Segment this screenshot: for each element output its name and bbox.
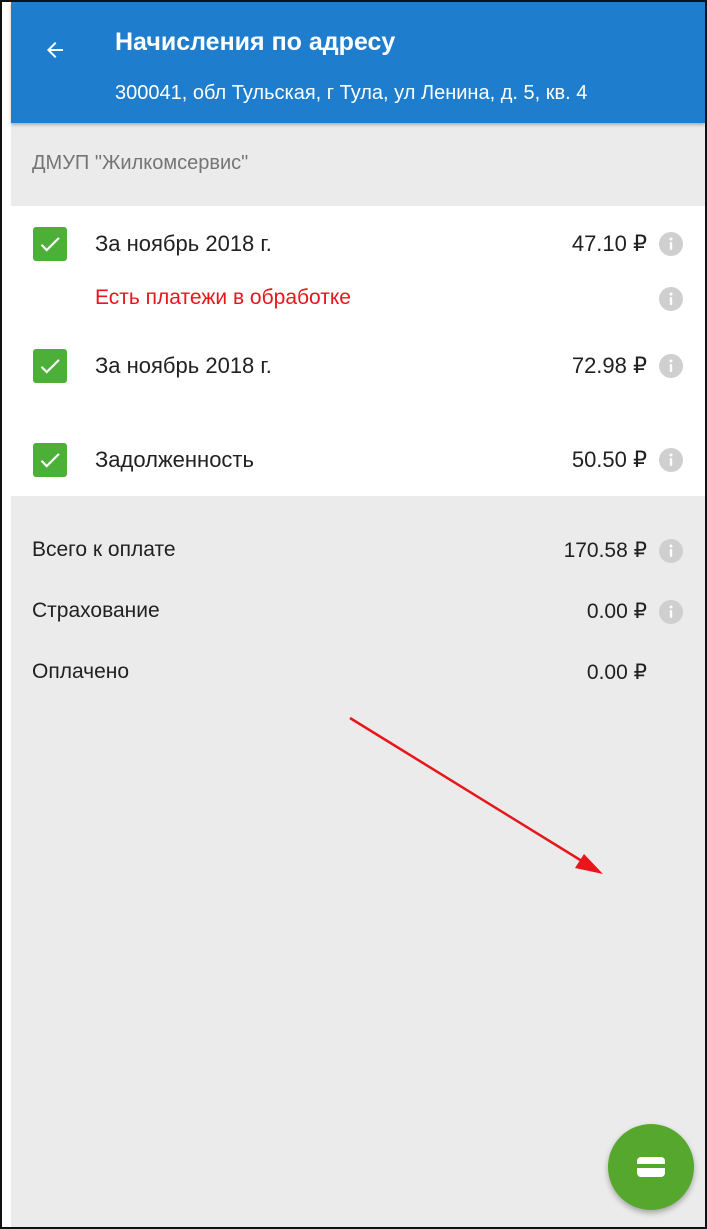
charge-checkbox[interactable] [33, 443, 67, 477]
charge-amount: 47.10 ₽ [571, 231, 647, 256]
info-glyph-icon [669, 292, 673, 305]
charge-checkbox[interactable] [33, 349, 67, 383]
checkmark-icon [40, 237, 60, 252]
app-bar: Начисления по адресу 300041, обл Тульска… [11, 2, 705, 123]
app-screen: Начисления по адресу 300041, обл Тульска… [0, 0, 707, 1229]
pay-button[interactable] [608, 1124, 694, 1210]
charge-row: За ноябрь 2018 г. 47.10 ₽ [11, 217, 705, 271]
info-glyph-icon [669, 605, 673, 618]
info-glyph-icon [669, 359, 673, 372]
charge-amount: 72.98 ₽ [571, 353, 647, 378]
info-glyph-icon [669, 453, 673, 466]
info-glyph-icon [669, 237, 673, 250]
back-button[interactable] [35, 30, 75, 70]
charge-amount: 50.50 ₽ [571, 447, 647, 472]
credit-card-icon [637, 1157, 665, 1177]
info-icon[interactable] [659, 448, 683, 472]
info-icon[interactable] [659, 600, 683, 624]
arrow-left-icon [47, 42, 63, 58]
charge-checkbox[interactable] [33, 227, 67, 261]
summary-label: Страхование [32, 599, 160, 622]
charge-label: Задолженность [95, 447, 254, 472]
charge-row: Задолженность 50.50 ₽ [11, 433, 705, 487]
provider-name: ДМУП "Жилкомсервис" [32, 152, 249, 174]
info-glyph-icon [669, 544, 673, 557]
summary-label: Оплачено [32, 660, 130, 683]
info-icon[interactable] [659, 287, 683, 311]
summary-total-row: Всего к оплате 170.58 ₽ [11, 524, 705, 578]
summary-amount: 0.00 ₽ [586, 600, 647, 623]
address-subtitle: 300041, обл Тульская, г Тула, ул Ленина,… [115, 82, 588, 104]
charge-label: За ноябрь 2018 г. [95, 353, 272, 378]
summary-amount: 170.58 ₽ [563, 539, 647, 562]
charge-label: За ноябрь 2018 г. [95, 231, 272, 256]
processing-warning-text: Есть платежи в обработке [95, 286, 351, 309]
checkmark-icon [40, 453, 60, 468]
page-title: Начисления по адресу [115, 28, 396, 56]
info-icon[interactable] [659, 354, 683, 378]
summary-insurance-row: Страхование 0.00 ₽ [11, 585, 705, 639]
summary-amount: 0.00 ₽ [586, 661, 647, 684]
summary-label: Всего к оплате [32, 538, 176, 561]
info-icon[interactable] [659, 539, 683, 563]
left-edge-strip [2, 2, 11, 1227]
checkmark-icon [40, 359, 60, 374]
charges-list: За ноябрь 2018 г. 47.10 ₽ Есть платежи в… [11, 206, 705, 496]
info-icon[interactable] [659, 232, 683, 256]
processing-warning-row: Есть платежи в обработке [11, 272, 705, 326]
charge-row: За ноябрь 2018 г. 72.98 ₽ [11, 339, 705, 393]
summary-paid-row: Оплачено 0.00 ₽ [11, 646, 705, 700]
